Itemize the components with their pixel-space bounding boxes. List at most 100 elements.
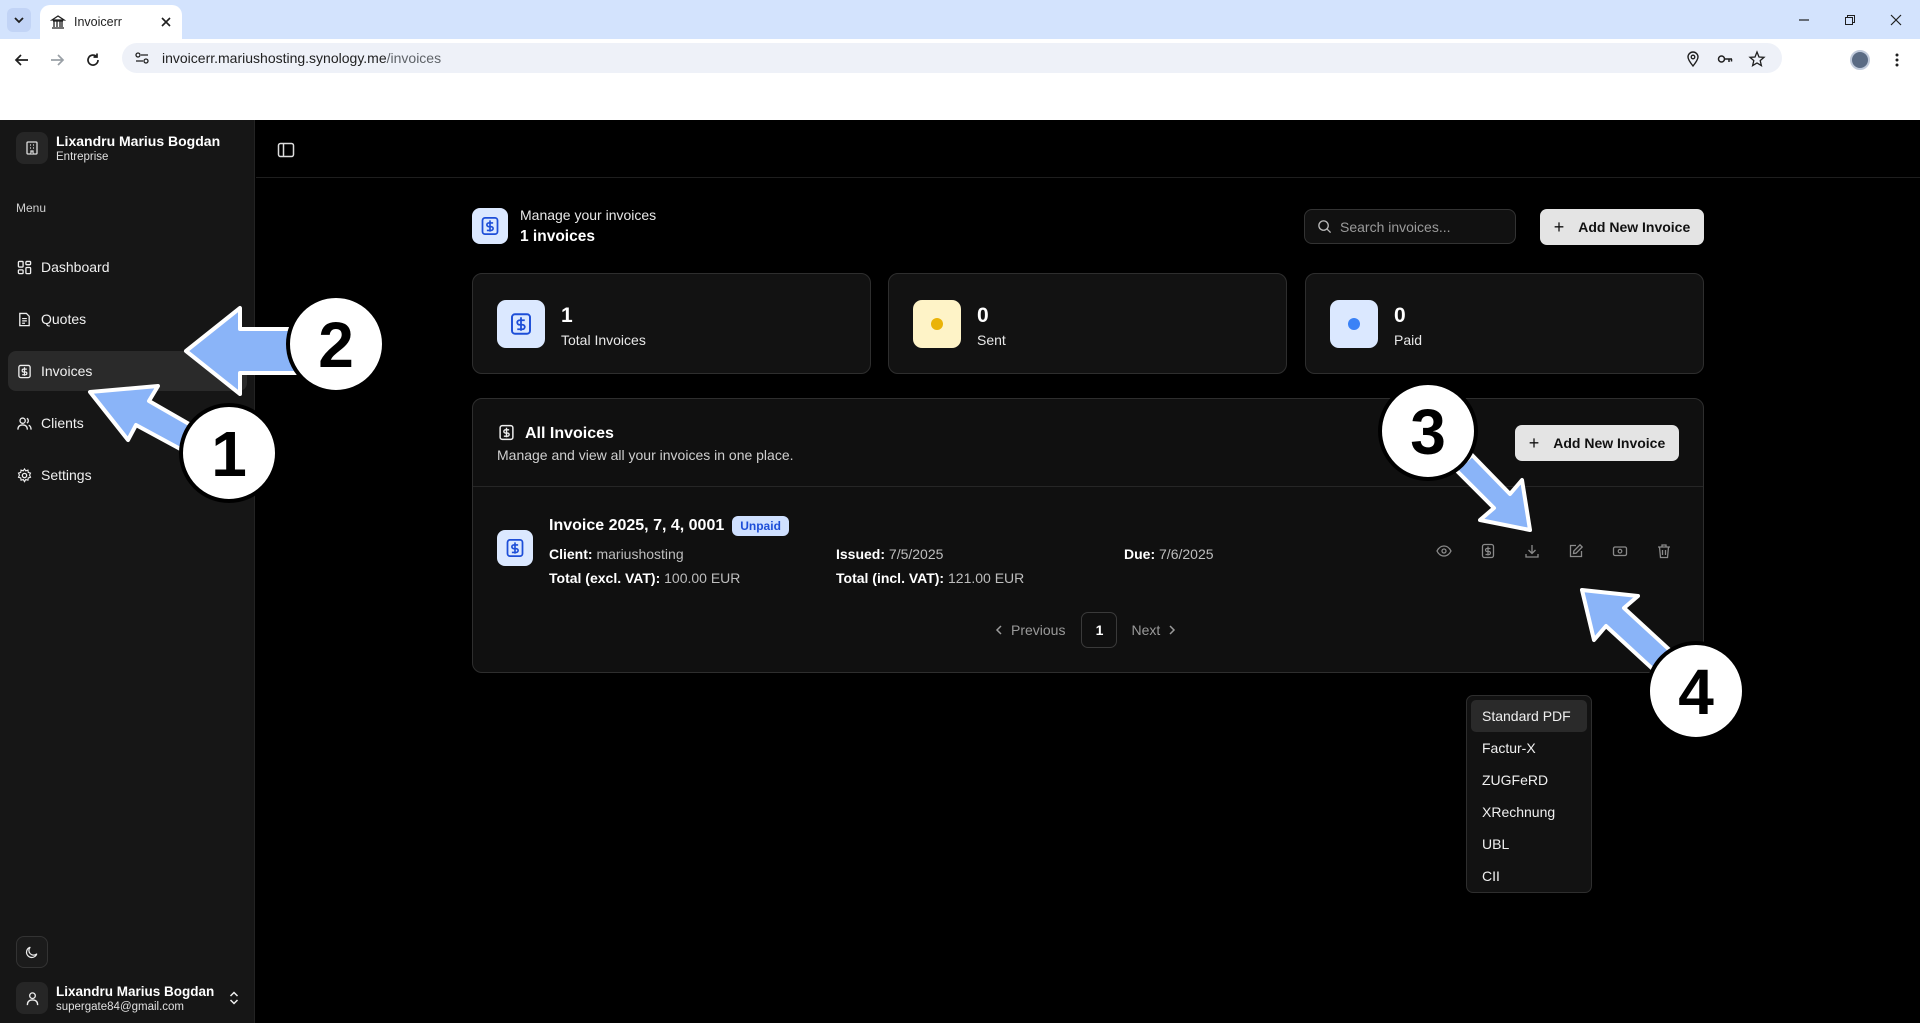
stat-value: 0 bbox=[1394, 304, 1406, 327]
panel-header: All Invoices Manage and view all your in… bbox=[473, 399, 1703, 487]
invoice-actions bbox=[1434, 541, 1698, 561]
invoice-pdf-button[interactable] bbox=[1478, 541, 1498, 561]
restore-button[interactable] bbox=[1828, 0, 1872, 39]
browser-tab[interactable]: Invoicerr bbox=[40, 5, 182, 39]
add-invoice-button[interactable]: + Add New Invoice bbox=[1515, 425, 1679, 461]
invoice-total-excl: Total (excl. VAT): 100.00 EUR bbox=[549, 570, 740, 586]
forward-button[interactable] bbox=[44, 47, 70, 73]
profile-avatar[interactable] bbox=[1850, 50, 1870, 70]
close-window-button[interactable] bbox=[1874, 0, 1918, 39]
tab-search-button[interactable] bbox=[7, 8, 31, 32]
view-button[interactable] bbox=[1434, 541, 1454, 561]
org-name: Lixandru Marius Bogdan bbox=[56, 133, 221, 149]
download-format-menu: Standard PDF Factur-X ZUGFeRD XRechnung … bbox=[1466, 695, 1592, 893]
invoice-issued: Issued: 7/5/2025 bbox=[836, 546, 943, 562]
sidebar-item-invoices[interactable]: Invoices bbox=[8, 351, 247, 391]
edit-button[interactable] bbox=[1566, 541, 1586, 561]
stat-label: Sent bbox=[977, 332, 1006, 348]
sidebar-item-dashboard[interactable]: Dashboard bbox=[8, 247, 247, 287]
app-topbar bbox=[256, 120, 1920, 178]
due-label: Due: bbox=[1124, 546, 1156, 562]
edit-icon bbox=[1569, 543, 1584, 558]
search-input[interactable] bbox=[1340, 218, 1500, 235]
sidebar-item-label: Settings bbox=[41, 467, 92, 483]
chevrons-up-down-icon bbox=[229, 991, 239, 1005]
page-header: Manage your invoices 1 invoices +Add New… bbox=[472, 200, 1704, 250]
invoice-due: Due: 7/6/2025 bbox=[1124, 546, 1214, 562]
minimize-button[interactable] bbox=[1782, 0, 1826, 39]
sidebar-item-settings[interactable]: Settings bbox=[8, 455, 247, 495]
browser-menu-button[interactable] bbox=[1884, 47, 1910, 73]
invoice-icon bbox=[497, 300, 545, 348]
client-label: Client: bbox=[549, 546, 593, 562]
users-icon bbox=[17, 416, 32, 430]
client-value: mariushosting bbox=[596, 546, 684, 562]
stat-card-sent: 0 Sent bbox=[888, 273, 1287, 374]
menu-item-zugferd[interactable]: ZUGFeRD bbox=[1471, 764, 1587, 796]
restore-icon bbox=[1845, 14, 1855, 25]
menu-item-cii[interactable]: CII bbox=[1471, 860, 1587, 892]
url-host: invoicerr.mariushosting.synology.me bbox=[162, 50, 387, 66]
sidebar-toggle-icon[interactable] bbox=[276, 140, 296, 160]
url-path: /invoices bbox=[386, 50, 442, 66]
site-info-icon[interactable] bbox=[134, 50, 150, 66]
page-subtitle: Manage your invoices bbox=[520, 207, 657, 223]
invoice-count: 1 invoices bbox=[520, 228, 595, 245]
user-email: supergate84@gmail.com bbox=[56, 1000, 185, 1013]
previous-button[interactable]: Previous bbox=[993, 622, 1065, 638]
location-icon[interactable] bbox=[1684, 50, 1702, 68]
close-icon[interactable] bbox=[160, 16, 172, 28]
user-menu[interactable]: Lixandru Marius Bogdan supergate84@gmail… bbox=[16, 982, 240, 1014]
menu-item-xrechnung[interactable]: XRechnung bbox=[1471, 796, 1587, 828]
download-icon bbox=[1525, 545, 1539, 558]
chevron-right-icon bbox=[1169, 625, 1176, 635]
app: Lixandru Marius Bogdan Entreprise Menu D… bbox=[0, 120, 1920, 1023]
address-bar[interactable]: invoicerr.mariushosting.synology.me/invo… bbox=[122, 43, 1782, 73]
star-icon[interactable] bbox=[1748, 50, 1766, 68]
search-box[interactable] bbox=[1304, 209, 1516, 244]
invoice-icon bbox=[497, 530, 533, 566]
menu-item-ubl[interactable]: UBL bbox=[1471, 828, 1587, 860]
delete-button[interactable] bbox=[1654, 541, 1674, 561]
sidebar-item-quotes[interactable]: Quotes bbox=[8, 299, 247, 339]
menu-item-standard-pdf[interactable]: Standard PDF bbox=[1471, 700, 1587, 732]
tab-bar: Invoicerr bbox=[0, 0, 1920, 39]
add-invoice-label: Add New Invoice bbox=[1578, 219, 1691, 235]
stat-value: 1 bbox=[561, 304, 573, 327]
url-text: invoicerr.mariushosting.synology.me/invo… bbox=[162, 50, 441, 66]
invoice-total-incl: Total (incl. VAT): 121.00 EUR bbox=[836, 570, 1024, 586]
due-value: 7/6/2025 bbox=[1159, 546, 1214, 562]
reload-button[interactable] bbox=[80, 47, 106, 73]
browser-chrome: Invoicerr invoicerr.mariushosting.synolo… bbox=[0, 0, 1920, 120]
more-vertical-icon bbox=[1895, 53, 1899, 67]
sent-status-icon bbox=[913, 300, 961, 348]
invoice-icon bbox=[1481, 543, 1495, 559]
key-icon[interactable] bbox=[1716, 50, 1734, 68]
download-button[interactable] bbox=[1522, 541, 1542, 561]
issued-label: Issued: bbox=[836, 546, 886, 562]
sidebar-item-label: Clients bbox=[41, 415, 84, 431]
org-type: Entreprise bbox=[56, 151, 109, 163]
pagination: Previous 1 Next bbox=[993, 612, 1178, 648]
page-number-button[interactable]: 1 bbox=[1081, 612, 1118, 648]
bank-icon bbox=[50, 15, 66, 29]
search-icon bbox=[1318, 220, 1332, 234]
previous-label: Previous bbox=[1011, 622, 1066, 638]
sidebar-item-clients[interactable]: Clients bbox=[8, 403, 247, 443]
sidebar-item-label: Invoices bbox=[41, 363, 93, 379]
issued-value: 7/5/2025 bbox=[888, 546, 944, 562]
back-button[interactable] bbox=[9, 47, 35, 73]
banknote-icon bbox=[1612, 546, 1628, 557]
invoice-icon bbox=[499, 424, 514, 441]
org-switcher[interactable]: Lixandru Marius Bogdan Entreprise bbox=[16, 132, 220, 164]
next-button[interactable]: Next bbox=[1131, 622, 1178, 638]
theme-toggle-button[interactable] bbox=[16, 936, 48, 968]
stat-card-paid: 0 Paid bbox=[1305, 273, 1704, 374]
add-invoice-button[interactable]: + Add New Invoice bbox=[1540, 209, 1704, 245]
next-label: Next bbox=[1131, 622, 1161, 638]
menu-item-factur-x[interactable]: Factur-X bbox=[1471, 732, 1587, 764]
payment-button[interactable] bbox=[1610, 541, 1630, 561]
invoices-panel: All Invoices Manage and view all your in… bbox=[472, 398, 1704, 673]
invoice-title: Invoice 2025, 7, 4, 0001 Unpaid bbox=[549, 516, 789, 536]
address-bar-row: invoicerr.mariushosting.synology.me/invo… bbox=[0, 39, 1920, 80]
